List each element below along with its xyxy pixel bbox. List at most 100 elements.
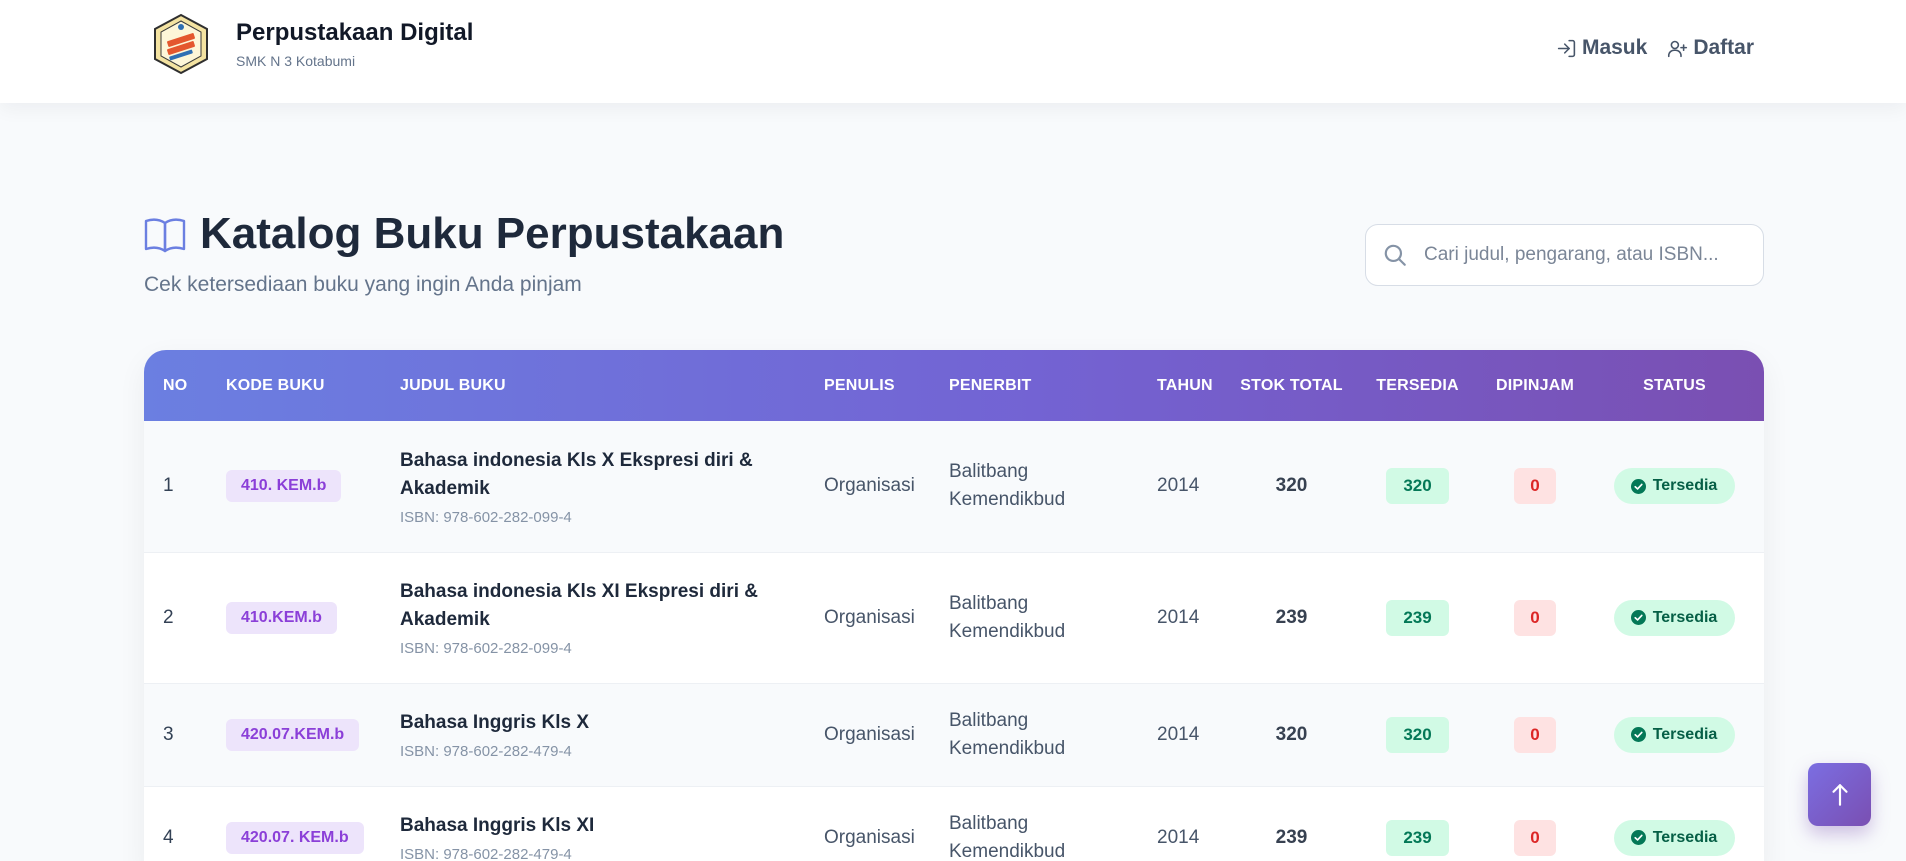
borrowed-cell: 0 <box>1485 421 1585 552</box>
book-title: Bahasa indonesia Kls X Ekspresi diri & A… <box>400 449 753 499</box>
borrowed-cell: 0 <box>1485 552 1585 683</box>
title-cell: Bahasa Inggris Kls XI ISBN: 978-602-282-4… <box>381 786 805 861</box>
status-badge: Tersedia <box>1613 599 1736 636</box>
available-cell: 320 <box>1350 421 1485 552</box>
column-header-title: JUDUL BUKU <box>400 376 506 394</box>
log-in-icon <box>1557 39 1576 57</box>
login-link[interactable]: Masuk <box>1556 36 1647 60</box>
book-title: Bahasa Inggris Kls XI <box>400 815 595 836</box>
total-stock-cell: 239 <box>1275 826 1308 848</box>
status-cell: Tersedia <box>1585 786 1764 861</box>
scroll-to-top-button[interactable] <box>1808 763 1871 826</box>
status-badge: Tersedia <box>1613 819 1736 856</box>
borrowed-badge: 0 <box>1514 468 1556 505</box>
navbar: Perpustakaan Digital SMK N 3 Kotabumi Ma… <box>0 0 1906 103</box>
arrow-up-icon <box>1831 783 1848 806</box>
status-label: Tersedia <box>1652 725 1718 743</box>
status-label: Tersedia <box>1652 608 1718 626</box>
status-label: Tersedia <box>1652 828 1718 846</box>
row-number: 1 <box>163 475 174 497</box>
publisher-cell: Balitbang Kemendikbud <box>949 709 1066 759</box>
column-header-author: PENULIS <box>824 376 895 394</box>
available-cell: 239 <box>1350 552 1485 683</box>
book-isbn: ISBN: 978-602-282-099-4 <box>400 508 572 526</box>
page-header: Katalog Buku Perpustakaan Cek ketersedia… <box>144 209 784 297</box>
total-stock-cell: 239 <box>1275 606 1308 628</box>
table-header-row: NO KODE BUKU JUDUL BUKU PENULIS PENERBIT… <box>144 350 1764 421</box>
book-code-badge: 420.07. KEM.b <box>226 821 364 854</box>
borrowed-cell: 0 <box>1485 786 1585 861</box>
borrowed-cell: 0 <box>1485 683 1585 786</box>
user-plus-icon <box>1668 40 1688 57</box>
login-label: Masuk <box>1581 36 1648 59</box>
status-cell: Tersedia <box>1585 552 1764 683</box>
column-header-code: KODE BUKU <box>226 376 325 394</box>
code-cell: 410.KEM.b <box>207 552 381 683</box>
publisher-cell: Balitbang Kemendikbud <box>949 461 1066 511</box>
table-row[interactable]: 4 420.07. KEM.b Bahasa Inggris Kls XI ISB… <box>144 786 1764 861</box>
column-header-total: STOK TOTAL <box>1240 376 1343 394</box>
available-badge: 239 <box>1386 599 1449 636</box>
author-cell: Organisasi <box>824 826 915 848</box>
available-badge: 239 <box>1386 819 1449 856</box>
author-cell: Organisasi <box>824 723 915 745</box>
column-header-year: TAHUN <box>1157 376 1213 394</box>
column-header-status: STATUS <box>1643 376 1706 394</box>
borrowed-badge: 0 <box>1514 599 1556 636</box>
book-isbn: ISBN: 978-602-282-099-4 <box>400 640 572 657</box>
title-cell: Bahasa Inggris Kls X ISBN: 978-602-282-47… <box>381 683 805 786</box>
status-cell: Tersedia <box>1585 421 1764 552</box>
column-header-available: TERSEDIA <box>1376 376 1459 394</box>
column-header-borrowed: DIPINJAM <box>1495 376 1575 394</box>
row-number: 4 <box>163 826 174 848</box>
code-cell: 420.07. KEM.b <box>207 786 381 861</box>
book-catalog-table: NO KODE BUKU JUDUL BUKU PENULIS PENERBIT… <box>144 350 1764 861</box>
table-row[interactable]: 1 410. KEM.b Bahasa indonesia Kls X Eksp… <box>144 421 1764 552</box>
year-cell: 2014 <box>1157 475 1200 497</box>
open-book-icon <box>144 218 186 253</box>
column-header-no: NO <box>163 376 188 394</box>
title-cell: Bahasa indonesia Kls XI Ekspresi diri & … <box>381 552 805 683</box>
author-cell: Organisasi <box>824 606 915 628</box>
book-code-badge: 410.KEM.b <box>226 601 337 634</box>
year-cell: 2014 <box>1157 723 1200 745</box>
year-cell: 2014 <box>1157 606 1200 628</box>
check-circle-icon <box>1630 478 1646 494</box>
check-circle-icon <box>1630 830 1646 845</box>
author-cell: Organisasi <box>824 475 915 497</box>
register-link[interactable]: Daftar <box>1667 36 1754 60</box>
column-header-publisher: PENERBIT <box>949 376 1032 394</box>
auth-links: Masuk Daftar <box>1556 36 1754 60</box>
status-cell: Tersedia <box>1585 683 1764 786</box>
page-title: Katalog Buku Perpustakaan <box>200 209 785 258</box>
search-input[interactable] <box>1424 244 1744 266</box>
table-row[interactable]: 3 420.07.KEM.b Bahasa Inggris Kls X ISBN:… <box>144 683 1764 786</box>
year-cell: 2014 <box>1157 826 1200 848</box>
school-logo <box>154 13 208 75</box>
book-isbn: ISBN: 978-602-282-479-4 <box>400 743 572 760</box>
code-cell: 420.07.KEM.b <box>207 683 381 786</box>
book-isbn: ISBN: 978-602-282-479-4 <box>400 846 572 861</box>
book-code-badge: 410. KEM.b <box>226 470 342 503</box>
publisher-cell: Balitbang Kemendikbud <box>949 812 1066 861</box>
page-subtitle: Cek ketersediaan buku yang ingin Anda pi… <box>144 273 582 296</box>
row-number: 3 <box>163 723 174 745</box>
status-badge: Tersedia <box>1613 468 1736 505</box>
available-badge: 320 <box>1386 468 1449 505</box>
table-row[interactable]: 2 410.KEM.b Bahasa indonesia Kls XI Eksp… <box>144 552 1764 683</box>
code-cell: 410. KEM.b <box>207 421 381 552</box>
total-stock-cell: 320 <box>1275 475 1308 497</box>
check-circle-icon <box>1630 610 1646 625</box>
book-code-badge: 420.07.KEM.b <box>226 718 360 751</box>
total-stock-cell: 320 <box>1275 723 1308 745</box>
brand[interactable]: Perpustakaan Digital SMK N 3 Kotabumi <box>151 13 473 75</box>
status-label: Tersedia <box>1652 477 1718 495</box>
book-title: Bahasa Inggris Kls X <box>400 712 590 733</box>
main-content: Katalog Buku Perpustakaan Cek ketersedia… <box>0 103 1906 861</box>
borrowed-badge: 0 <box>1514 819 1556 856</box>
register-label: Daftar <box>1693 36 1754 59</box>
search-icon <box>1384 244 1406 266</box>
available-badge: 320 <box>1386 716 1449 753</box>
title-cell: Bahasa indonesia Kls X Ekspresi diri & A… <box>381 421 805 552</box>
brand-subtitle: SMK N 3 Kotabumi <box>236 53 356 69</box>
